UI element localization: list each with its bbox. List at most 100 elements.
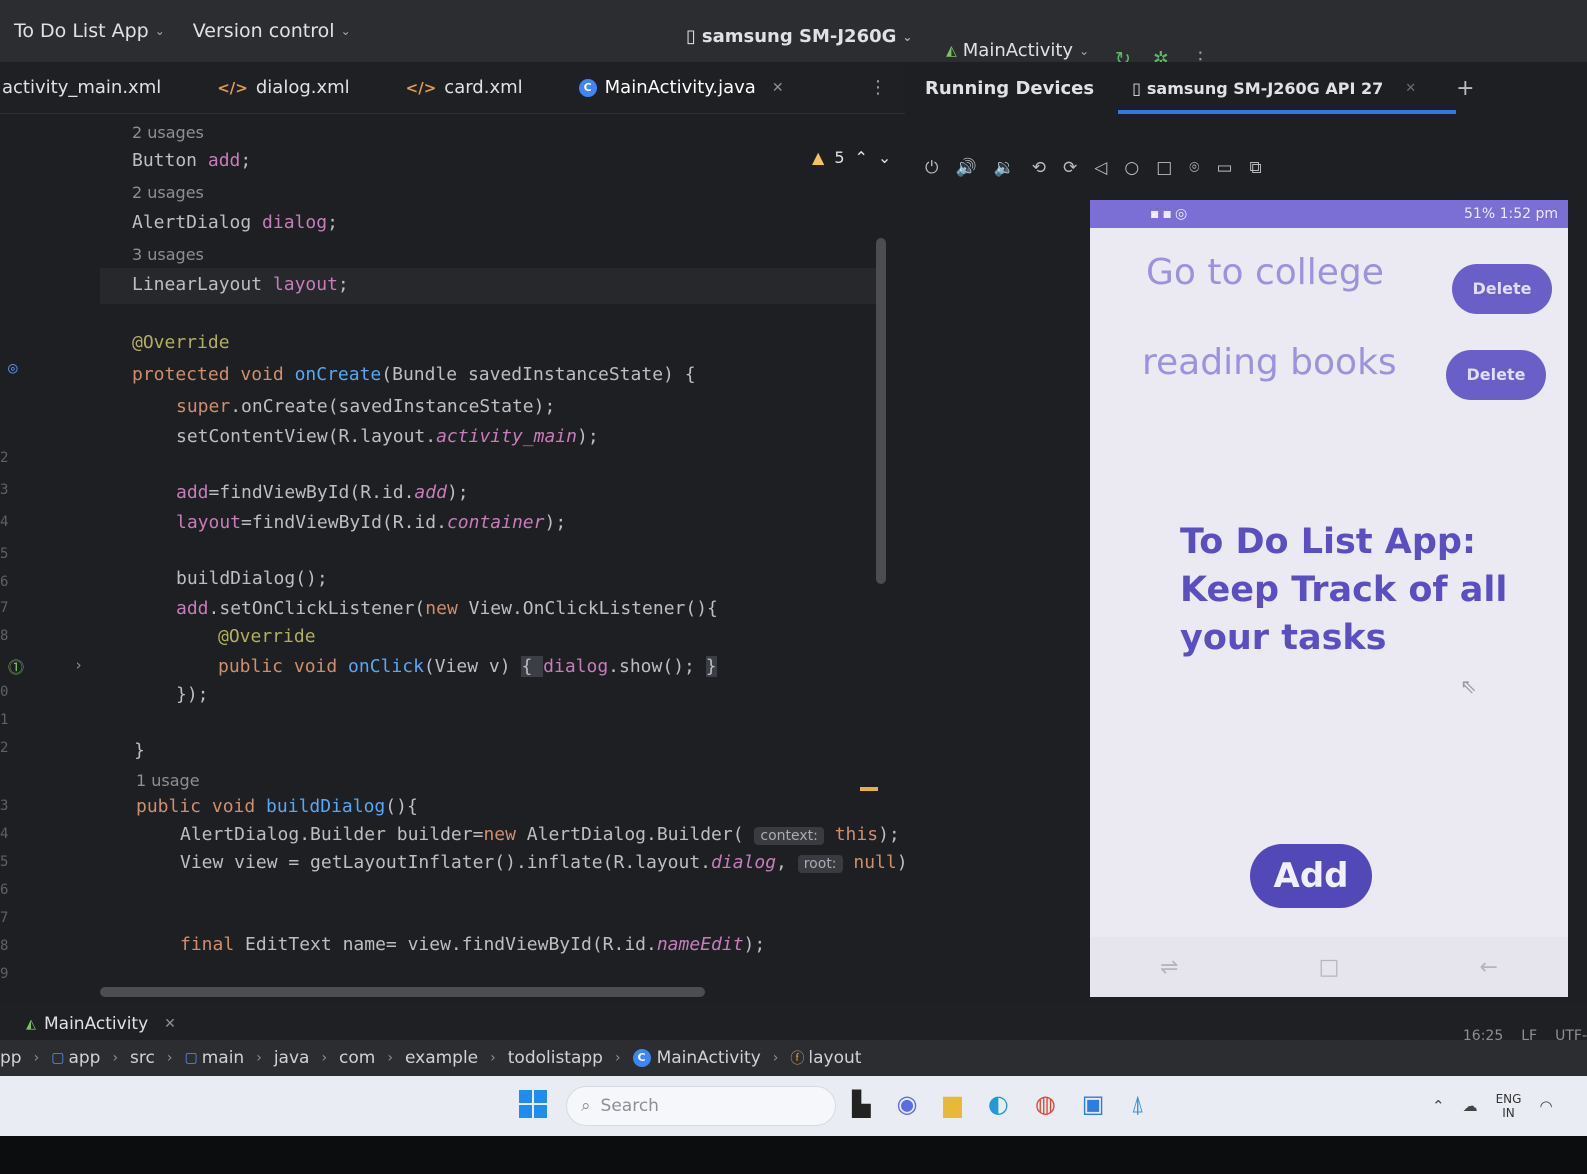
- close-tab-icon[interactable]: ✕: [164, 1016, 176, 1032]
- code-line: AlertDialog.Builder builder=new AlertDia…: [180, 824, 900, 845]
- more-vertical-icon[interactable]: ⋮: [869, 77, 887, 98]
- line-number: 9: [0, 966, 9, 982]
- code-line: Button add;: [132, 150, 252, 171]
- rotate-left-icon[interactable]: ⟲: [1032, 158, 1046, 178]
- file-explorer-icon[interactable]: ▆: [943, 1090, 961, 1118]
- warning-stripe-marker[interactable]: [860, 787, 878, 791]
- device-screen[interactable]: ▪▪◎ 51% 1:52 pm Go to college Delete rea…: [1090, 200, 1568, 997]
- breadcrumb-item[interactable]: java: [274, 1048, 310, 1068]
- device-tab[interactable]: ▯ samsung SM-J260G API 27 ✕: [1118, 79, 1457, 114]
- navigation-bar: pp › ▢ app › src › ▢ main › java › com ›…: [0, 1040, 1587, 1076]
- run-tool-window-bar: ◭ MainActivity ✕: [0, 1004, 1587, 1044]
- edge-browser-icon[interactable]: ◐: [988, 1090, 1009, 1118]
- store-icon[interactable]: ▣: [1082, 1090, 1105, 1118]
- code-line: add.setOnClickListener(new View.OnClickL…: [176, 598, 718, 619]
- parameter-hint: root:: [797, 855, 843, 873]
- windows-start-icon[interactable]: [519, 1090, 547, 1118]
- taskbar-search[interactable]: ⌕ Search: [566, 1086, 836, 1126]
- java-class-icon: C: [578, 78, 597, 97]
- more-options-icon[interactable]: ⧉: [1250, 158, 1262, 178]
- phone-icon: ▯: [686, 26, 696, 47]
- rotate-right-icon[interactable]: ⟳: [1063, 158, 1077, 178]
- breadcrumb-item[interactable]: com: [339, 1048, 375, 1068]
- task-view-icon[interactable]: ▙: [852, 1090, 870, 1118]
- volume-up-icon[interactable]: 🔊: [955, 158, 976, 178]
- breadcrumb-item[interactable]: src: [130, 1048, 155, 1068]
- usages-hint[interactable]: 1 usage: [0, 770, 905, 791]
- breadcrumb-item[interactable]: app: [68, 1048, 100, 1068]
- usages-hint[interactable]: 3 usages: [0, 244, 905, 265]
- chevron-up-icon[interactable]: ⌃: [1432, 1097, 1445, 1115]
- breadcrumb-item[interactable]: main: [202, 1048, 244, 1068]
- delete-button[interactable]: Delete: [1446, 350, 1546, 400]
- chevron-down-icon: ⌄: [340, 24, 351, 38]
- windows-taskbar: ⌕ Search ▙ ◉ ▆ ◐ ◍ ▣ ⍋ ⌃ ☁ ENG IN ◠: [0, 1076, 1587, 1136]
- code-line: setContentView(R.layout.activity_main);: [176, 426, 599, 447]
- phone-nav-bar: ⇌ □ ←: [1090, 937, 1568, 997]
- power-icon[interactable]: ⏻: [925, 158, 938, 178]
- run-configuration-selector[interactable]: ◭ MainActivity ⌄: [946, 40, 1089, 61]
- language-code: ENG: [1495, 1092, 1522, 1106]
- code-line: View view = getLayoutInflater().inflate(…: [180, 852, 918, 873]
- chevron-right-icon: ›: [614, 1050, 621, 1066]
- wifi-icon[interactable]: ◠: [1539, 1097, 1552, 1115]
- chevron-down-icon: ⌄: [154, 24, 165, 38]
- run-tab[interactable]: ◭ MainActivity ✕: [26, 1014, 176, 1034]
- tab-dialog-xml[interactable]: </> dialog.xml: [189, 62, 377, 114]
- breadcrumb-item[interactable]: example: [405, 1048, 478, 1068]
- code-line: public void onClick(View v) { dialog.sho…: [218, 656, 717, 677]
- chevron-right-icon: ›: [387, 1050, 393, 1066]
- close-tab-icon[interactable]: ✕: [1405, 81, 1416, 96]
- volume-down-icon[interactable]: 🔉: [994, 158, 1015, 178]
- todo-item-text: Go to college: [1146, 252, 1384, 293]
- code-line: }: [134, 740, 145, 761]
- tab-mainactivity-java[interactable]: C MainActivity.java ✕: [551, 62, 818, 120]
- tab-card-xml[interactable]: </> card.xml: [378, 62, 551, 114]
- usages-hint[interactable]: 2 usages: [0, 122, 905, 143]
- screenshot-icon[interactable]: ⌾: [1189, 158, 1199, 178]
- code-editor[interactable]: ◎ ⓵ › 2 3 4 5 6 7 8 0 1 2 3 4 5 6 7 8 9 …: [0, 114, 918, 1004]
- recents-icon[interactable]: ⇌: [1160, 955, 1178, 980]
- version-control-menu[interactable]: Version control ⌄: [193, 20, 351, 42]
- close-tab-icon[interactable]: ✕: [772, 80, 784, 96]
- chevron-right-icon: ›: [772, 1050, 779, 1066]
- add-button[interactable]: Add: [1250, 844, 1372, 908]
- cloud-icon[interactable]: ☁: [1463, 1097, 1478, 1115]
- chat-icon[interactable]: ◉: [896, 1090, 917, 1118]
- delete-button[interactable]: Delete: [1452, 264, 1552, 314]
- tab-activity-main-xml[interactable]: activity_main.xml: [0, 62, 189, 114]
- language-indicator[interactable]: ENG IN: [1496, 1092, 1522, 1120]
- breadcrumb-item[interactable]: pp: [0, 1048, 22, 1068]
- vertical-scrollbar[interactable]: [876, 238, 886, 584]
- android-studio-icon[interactable]: ⍋: [1130, 1090, 1144, 1118]
- code-line: layout=findViewById(R.id.container);: [176, 512, 567, 533]
- run-tab-label: MainActivity: [44, 1014, 149, 1034]
- breadcrumb-item[interactable]: layout: [808, 1048, 861, 1068]
- system-tray: ⌃ ☁ ENG IN ◠: [1432, 1092, 1553, 1120]
- home-icon[interactable]: □: [1319, 955, 1340, 980]
- screen-record-icon[interactable]: ▭: [1216, 158, 1232, 178]
- horizontal-scrollbar[interactable]: [100, 987, 705, 997]
- line-number: 6: [0, 882, 9, 898]
- phone-status-right: 51% 1:52 pm: [1464, 206, 1558, 222]
- breadcrumb: pp › ▢ app › src › ▢ main › java › com ›…: [0, 1048, 861, 1068]
- back-arrow-icon[interactable]: ←: [1480, 955, 1498, 980]
- search-icon: ⌕: [581, 1096, 591, 1116]
- breadcrumb-item[interactable]: MainActivity: [657, 1048, 761, 1068]
- mouse-cursor-icon: ⇖: [1460, 674, 1477, 698]
- line-number: 1: [0, 712, 9, 728]
- app-title-line: your tasks: [1180, 618, 1387, 658]
- usages-hint[interactable]: 2 usages: [0, 182, 905, 203]
- device-selector[interactable]: ▯ samsung SM-J260G ⌄: [686, 26, 912, 47]
- chrome-browser-icon[interactable]: ◍: [1035, 1090, 1056, 1118]
- breadcrumb-item[interactable]: todolistapp: [508, 1048, 603, 1068]
- overview-icon[interactable]: □: [1156, 158, 1172, 178]
- back-icon[interactable]: ◁: [1094, 158, 1107, 178]
- project-selector[interactable]: To Do List App ⌄: [14, 20, 165, 42]
- home-icon[interactable]: ○: [1124, 158, 1139, 178]
- xml-file-icon: </>: [405, 78, 437, 97]
- project-name: To Do List App: [14, 20, 149, 42]
- code-line: AlertDialog dialog;: [132, 212, 338, 233]
- add-device-icon[interactable]: +: [1456, 76, 1474, 101]
- java-class-icon: C: [632, 1049, 651, 1067]
